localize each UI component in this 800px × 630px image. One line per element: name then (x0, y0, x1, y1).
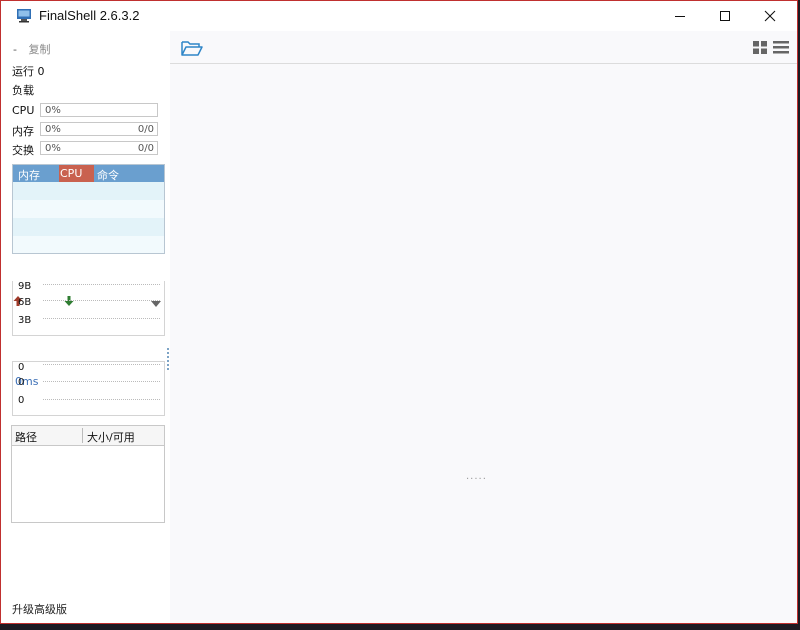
memory-value: 0% (45, 124, 61, 135)
network-graph: 9B 6B 3B (12, 281, 165, 336)
cpu-label: CPU (12, 104, 35, 117)
minimize-button[interactable] (657, 1, 703, 31)
toolbar (170, 31, 797, 64)
column-command[interactable]: 命令 (97, 167, 119, 183)
cpu-bar: 0% (40, 103, 158, 117)
open-folder-icon[interactable] (181, 40, 203, 59)
gridline (43, 318, 160, 319)
column-cpu[interactable]: CPU (59, 165, 94, 182)
close-button[interactable] (747, 1, 793, 31)
loading-indicator: ..... (466, 471, 487, 482)
copy-row[interactable]: - 复制 (13, 41, 50, 57)
close-icon (764, 10, 776, 22)
table-row[interactable] (13, 218, 164, 236)
network-y-label: 3B (18, 315, 32, 326)
gridline (43, 364, 160, 365)
latency-graph: 0 0 0 (12, 361, 165, 416)
grid-view-icon[interactable] (753, 41, 767, 57)
latency-y-label: 0 (18, 395, 25, 406)
table-row[interactable] (13, 200, 164, 218)
latency-y-label: 0 (18, 377, 25, 388)
running-count: 运行 0 (12, 65, 45, 78)
title-bar[interactable]: FinalShell 2.6.3.2 (1, 1, 797, 31)
process-table-header: 内存 CPU 命令 (13, 165, 164, 182)
swap-ratio: 0/0 (137, 143, 154, 154)
network-y-label: 6B (18, 297, 32, 308)
gridline (43, 399, 160, 400)
file-table[interactable]: 路径 大小/可用 (11, 425, 165, 523)
table-row[interactable] (13, 236, 164, 253)
column-cpu-label: CPU (60, 167, 83, 180)
load-label: 负载 (12, 84, 34, 97)
column-divider[interactable] (82, 428, 83, 443)
swap-label: 交换 (12, 144, 34, 157)
column-memory[interactable]: 内存 (18, 167, 40, 183)
window-title: FinalShell 2.6.3.2 (39, 8, 140, 23)
column-path[interactable]: 路径 (15, 429, 37, 445)
swap-bar: 0% 0/0 (40, 141, 158, 155)
file-table-header: 路径 大小/可用 (12, 426, 164, 446)
list-view-icon[interactable] (773, 41, 789, 57)
gridline (43, 300, 160, 301)
memory-label: 内存 (12, 125, 34, 138)
memory-ratio: 0/0 (137, 124, 154, 135)
main-panel: ..... (170, 31, 797, 623)
sidebar: - 复制 运行 0 负载 CPU 0% 内存 0% 0/0 交换 0% 0/0 … (1, 31, 169, 623)
app-icon (16, 8, 33, 23)
gridline (43, 381, 160, 382)
maximize-button[interactable] (702, 1, 748, 31)
copy-dash: - (13, 43, 17, 56)
maximize-icon (720, 11, 730, 21)
copy-button[interactable]: 复制 (28, 43, 50, 56)
app-window: FinalShell 2.6.3.2 - 复制 运行 0 负载 CPU 0% 内… (0, 0, 798, 624)
table-row[interactable] (13, 182, 164, 200)
process-table[interactable]: 内存 CPU 命令 (12, 164, 165, 254)
memory-bar: 0% 0/0 (40, 122, 158, 136)
latency-y-label: 0 (18, 362, 25, 373)
network-y-label: 9B (18, 281, 32, 292)
swap-value: 0% (45, 143, 61, 154)
gridline (43, 284, 160, 285)
minimize-icon (675, 16, 685, 17)
upgrade-link[interactable]: 升级高级版 (12, 601, 67, 617)
column-size-available[interactable]: 大小/可用 (87, 429, 135, 445)
cpu-value: 0% (45, 105, 61, 116)
